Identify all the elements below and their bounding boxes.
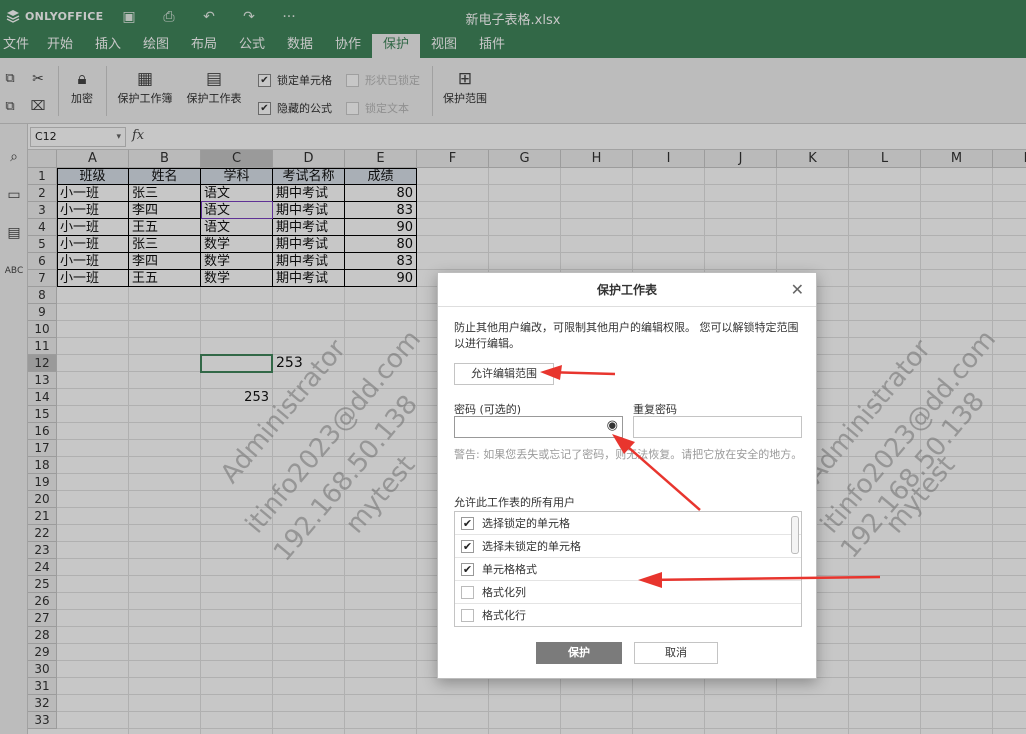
option-label: 单元格格式: [482, 563, 537, 576]
password-label: 密码 (可选的): [454, 403, 522, 416]
eye-icon[interactable]: ◉: [607, 418, 618, 433]
dialog-header: 保护工作表 ✕: [438, 273, 816, 307]
option-label: 选择未锁定的单元格: [482, 540, 581, 553]
checkbox[interactable]: [461, 585, 474, 599]
checkbox[interactable]: [461, 608, 474, 622]
password-warning: 警告: 如果您丢失或忘记了密码，则无法恢复。请把它放在安全的地方。: [454, 448, 803, 461]
list-item[interactable]: 格式化列: [455, 581, 801, 604]
dialog-title: 保护工作表: [596, 283, 657, 297]
close-icon[interactable]: ✕: [791, 273, 804, 307]
repeat-password-label: 重复密码: [633, 403, 677, 416]
permissions-list: ✔ 选择锁定的单元格 ✔ 选择未锁定的单元格 ✔ 单元格格式 格式化列 格式化行: [454, 511, 802, 627]
allow-edit-ranges-button[interactable]: 允许编辑范围: [454, 363, 554, 385]
list-item[interactable]: ✔ 单元格格式: [455, 558, 801, 581]
list-scrollbar[interactable]: [791, 516, 799, 554]
list-item[interactable]: 格式化行: [455, 604, 801, 626]
repeat-password-field[interactable]: [633, 416, 802, 438]
cancel-button[interactable]: 取消: [634, 642, 718, 664]
check-icon[interactable]: ✔: [461, 516, 474, 530]
list-item[interactable]: ✔ 选择锁定的单元格: [455, 512, 801, 535]
check-icon[interactable]: ✔: [461, 562, 474, 576]
option-label: 选择锁定的单元格: [482, 517, 570, 530]
password-field[interactable]: ◉: [454, 416, 623, 438]
option-label: 格式化行: [482, 609, 526, 622]
option-label: 格式化列: [482, 586, 526, 599]
protect-sheet-dialog: 保护工作表 ✕ 防止其他用户编改，可限制其他用户的编辑权限。 您可以解锁特定范围…: [437, 272, 817, 679]
allow-users-label: 允许此工作表的所有用户: [454, 496, 575, 509]
protect-button[interactable]: 保护: [536, 642, 622, 664]
check-icon[interactable]: ✔: [461, 539, 474, 553]
dialog-description: 防止其他用户编改，可限制其他用户的编辑权限。 您可以解锁特定范围以进行编辑。: [454, 321, 799, 350]
list-item[interactable]: ✔ 选择未锁定的单元格: [455, 535, 801, 558]
